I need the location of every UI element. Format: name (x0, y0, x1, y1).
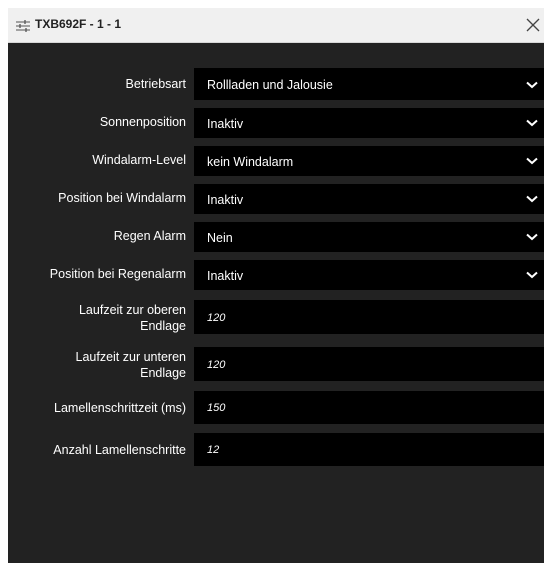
position-windalarm-select[interactable]: Inaktiv (194, 184, 544, 214)
chevron-down-icon (526, 81, 538, 89)
anzahl-lamellenschritte-label: Anzahl Lamellenschritte (53, 443, 186, 457)
laufzeit-oben-input[interactable]: 120 (194, 300, 544, 334)
sliders-icon (16, 19, 30, 32)
laufzeit-oben-label: Laufzeit zur oberen Endlage (8, 302, 186, 334)
windalarm-level-label: Windalarm-Level (92, 153, 186, 167)
laufzeit-unten-value: 120 (207, 359, 226, 371)
lamellenschrittzeit-input[interactable]: 150 (194, 391, 544, 424)
chevron-down-icon (526, 271, 538, 279)
chevron-down-icon (526, 195, 538, 203)
position-windalarm-label: Position bei Windalarm (58, 191, 186, 205)
lamellenschrittzeit-value: 150 (207, 402, 226, 414)
position-regenalarm-select[interactable]: Inaktiv (194, 260, 544, 290)
chevron-down-icon (526, 119, 538, 127)
lamellenschrittzeit-label: Lamellenschrittzeit (ms) (54, 401, 186, 415)
settings-dialog: TXB692F - 1 - 1 Betriebsart Rollladen un… (8, 8, 544, 563)
sonnenposition-label: Sonnenposition (99, 115, 186, 129)
position-regenalarm-label: Position bei Regenalarm (49, 267, 186, 281)
sonnenposition-value: Inaktiv (207, 117, 244, 131)
anzahl-lamellenschritte-input[interactable]: 12 (194, 433, 544, 466)
laufzeit-unten-label: Laufzeit zur unteren Endlage (8, 349, 187, 381)
dialog-titlebar: TXB692F - 1 - 1 (8, 8, 544, 43)
windalarm-level-select[interactable]: kein Windalarm (194, 146, 544, 176)
regen-alarm-select[interactable]: Nein (194, 222, 544, 252)
windalarm-level-value: kein Windalarm (207, 155, 294, 169)
betriebsart-select[interactable]: Rollladen und Jalousie (194, 68, 544, 100)
regen-alarm-value: Nein (207, 231, 233, 245)
laufzeit-unten-label-line1: Laufzeit zur unteren (75, 350, 187, 364)
betriebsart-label: Betriebsart (125, 77, 186, 91)
regen-alarm-label: Regen Alarm (113, 229, 186, 243)
laufzeit-oben-value: 120 (207, 312, 226, 324)
chevron-down-icon (526, 233, 538, 241)
laufzeit-unten-label-line2: Endlage (140, 366, 186, 380)
position-windalarm-value: Inaktiv (207, 193, 244, 207)
laufzeit-unten-input[interactable]: 120 (194, 347, 544, 381)
chevron-down-icon (526, 157, 538, 165)
laufzeit-oben-label-line2: Endlage (140, 319, 186, 333)
laufzeit-oben-label-line1: Laufzeit zur oberen (78, 303, 186, 317)
betriebsart-value: Rollladen und Jalousie (207, 78, 333, 92)
position-regenalarm-value: Inaktiv (207, 269, 244, 283)
anzahl-lamellenschritte-value: 12 (207, 444, 220, 456)
close-icon (526, 18, 540, 32)
sonnenposition-select[interactable]: Inaktiv (194, 108, 544, 138)
close-button[interactable] (522, 14, 544, 36)
dialog-title: TXB692F - 1 - 1 (35, 17, 122, 31)
